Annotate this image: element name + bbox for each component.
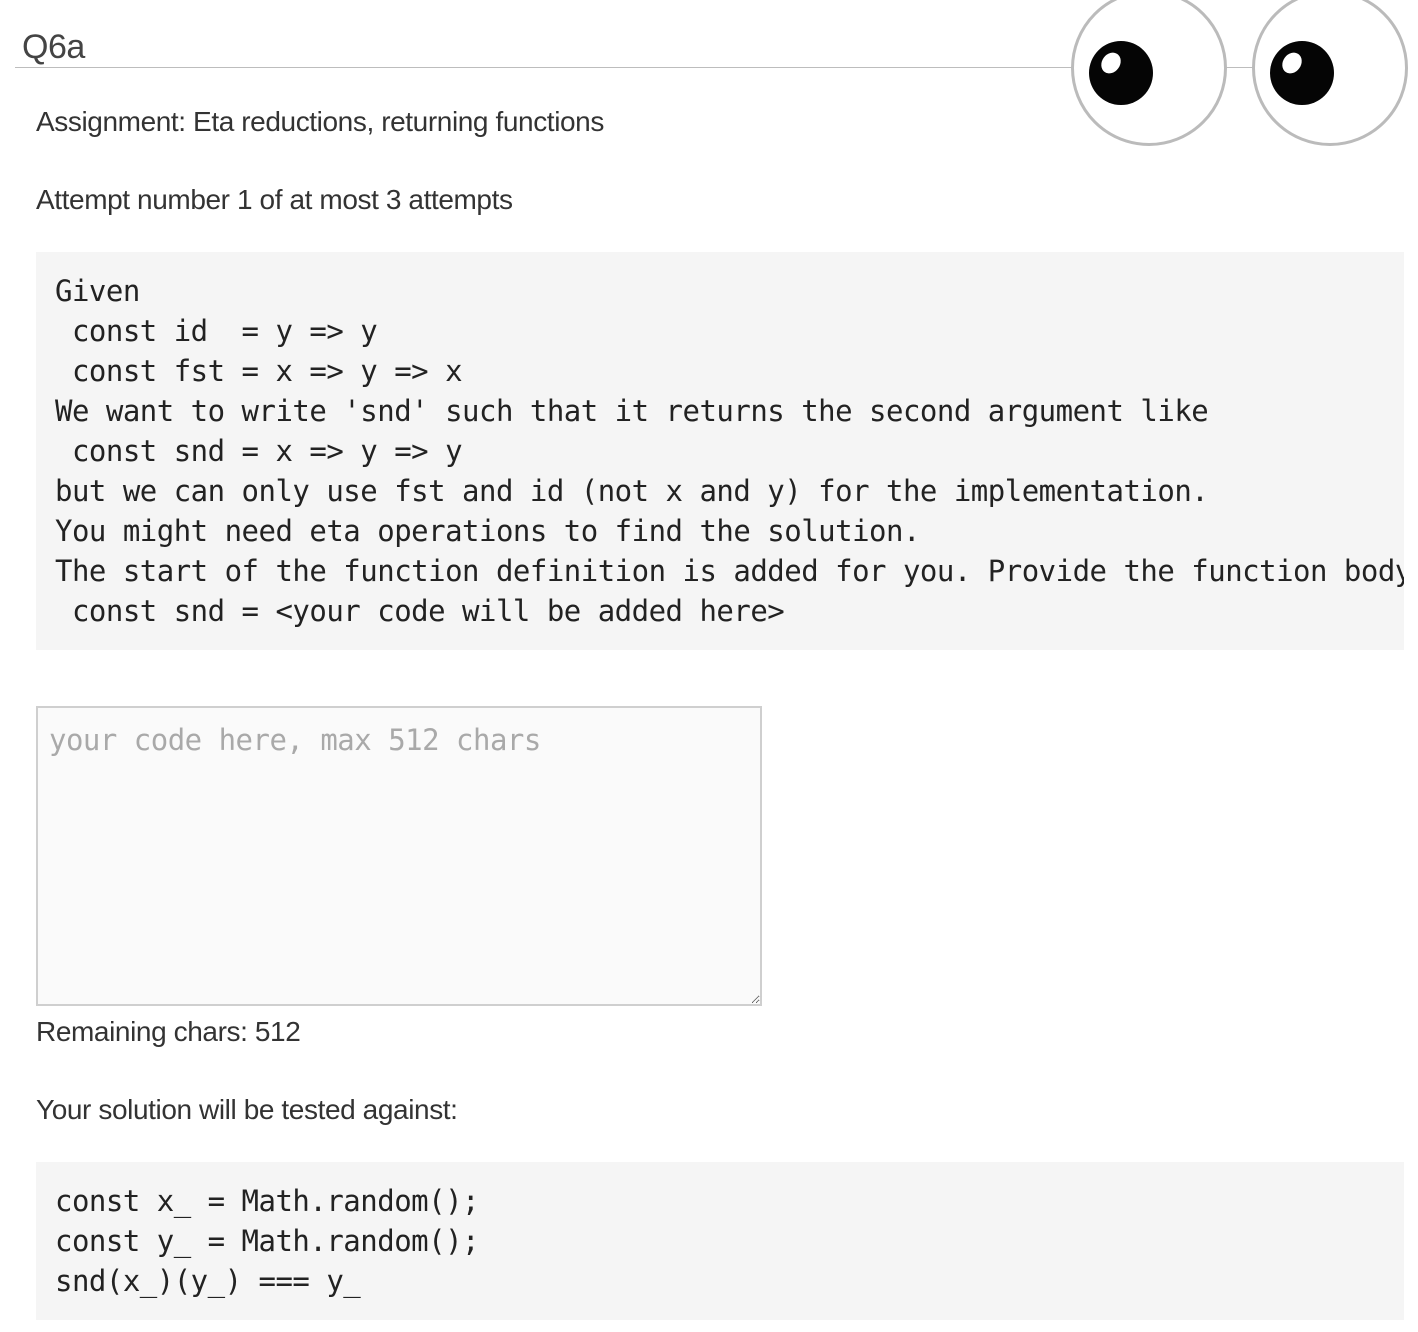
answer-textarea[interactable] (36, 706, 762, 1006)
assignment-label: Assignment: Eta reductions, returning fu… (36, 106, 604, 137)
problem-statement: Given const id = y => y const fst = x =>… (36, 252, 1404, 650)
attempt-counter: Attempt number 1 of at most 3 attempts (36, 184, 513, 215)
tests-heading: Your solution will be tested against: (36, 1094, 458, 1125)
test-cases: const x_ = Math.random(); const y_ = Mat… (36, 1162, 1404, 1320)
right-glint-icon (1278, 48, 1306, 78)
googly-eyes-icon (1071, 0, 1415, 150)
left-glint-icon (1097, 48, 1125, 78)
remaining-chars: Remaining chars: 512 (36, 1016, 301, 1047)
right-eye-icon (1252, 0, 1408, 146)
left-pupil-icon (1089, 41, 1153, 105)
page-title: Q6a (22, 28, 85, 66)
left-eye-icon (1071, 0, 1227, 146)
test-code: const x_ = Math.random(); const y_ = Mat… (55, 1184, 480, 1298)
problem-code: Given const id = y => y const fst = x =>… (55, 274, 1404, 628)
right-pupil-icon (1270, 41, 1334, 105)
